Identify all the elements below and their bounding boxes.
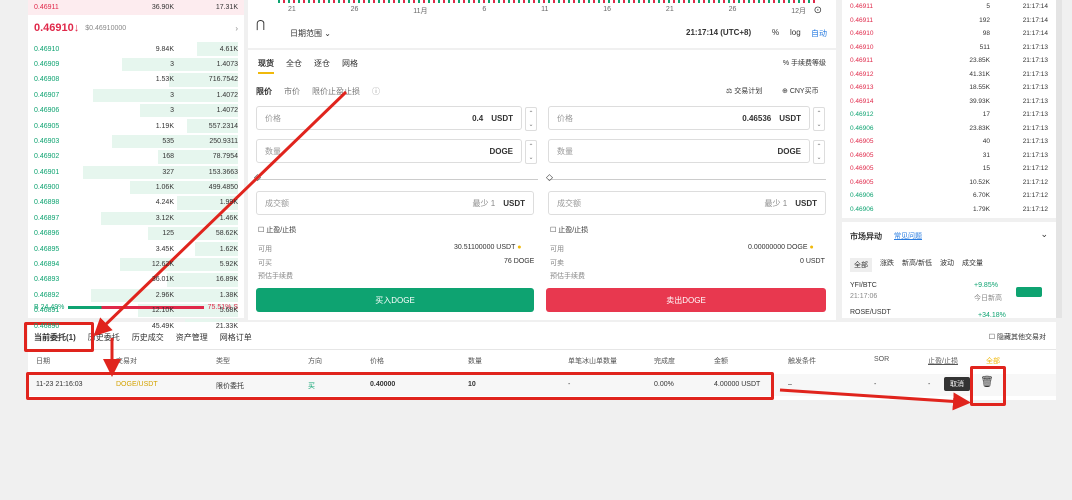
bid-total: 5.92K	[219, 261, 238, 269]
bid-price: 0.46896	[34, 230, 60, 238]
bid-total: 557.2314	[208, 122, 238, 130]
bid-amount: 3	[170, 91, 174, 99]
bid-total: 1.4073	[216, 60, 238, 68]
bid-price: 0.46908	[34, 76, 60, 84]
bid-price: 0.46910	[34, 45, 60, 53]
bid-amount: 1.19K	[155, 122, 174, 130]
bid-price: 0.46900	[34, 184, 60, 192]
ask-total: 17.31K	[215, 4, 238, 12]
bid-total: 1.4072	[216, 91, 238, 99]
bid-amount: 2.96K	[155, 291, 174, 299]
bid-price: 0.46901	[34, 168, 60, 176]
bid-total: 1.62K	[219, 245, 238, 253]
bid-total: 21.33K	[215, 322, 238, 330]
bid-price: 0.46891	[34, 307, 60, 315]
bid-amount: 3.12K	[155, 214, 174, 222]
bid-amount: 36.01K	[151, 276, 174, 284]
bid-amount: 12.62K	[151, 261, 174, 269]
bid-amount: 1.06K	[155, 184, 174, 192]
bid-total: 4.61K	[219, 45, 238, 53]
bid-price: 0.46909	[34, 60, 60, 68]
bid-total: 1.4072	[216, 107, 238, 115]
bid-amount: 125	[162, 230, 174, 238]
bid-price: 0.46905	[34, 122, 60, 130]
bid-total: 153.3663	[208, 168, 238, 176]
bid-price: 0.46895	[34, 245, 60, 253]
bid-amount: 4.24K	[155, 199, 174, 207]
bid-price: 0.46902	[34, 153, 60, 161]
bid-total: 1.46K	[219, 214, 238, 222]
bid-price: 0.46907	[34, 91, 60, 99]
bid-price: 0.46897	[34, 214, 60, 222]
bid-total: 58.62K	[215, 230, 238, 238]
bid-price: 0.46906	[34, 107, 60, 115]
bid-total: 78.7954	[212, 153, 238, 161]
bid-total: 716.7542	[208, 76, 238, 84]
bid-amount: 12.10K	[151, 307, 174, 315]
bid-total: 5.68K	[219, 307, 238, 315]
bid-amount: 327	[162, 168, 174, 176]
bid-total: 499.4850	[208, 184, 238, 192]
ask-amount: 36.90K	[151, 4, 174, 12]
bid-amount: 1.53K	[155, 76, 174, 84]
ask-price: 0.46911	[34, 4, 59, 12]
bid-total: 1.38K	[219, 291, 238, 299]
bid-amount: 9.84K	[155, 45, 174, 53]
bid-total: 1.99K	[219, 199, 238, 207]
bid-price: 0.46893	[34, 276, 60, 284]
bid-price: 0.46898	[34, 199, 60, 207]
bid-amount: 3	[170, 60, 174, 68]
bid-price: 0.46890	[34, 322, 60, 330]
bid-price: 0.46903	[34, 137, 60, 145]
bid-amount: 3	[170, 107, 174, 115]
bid-amount: 535	[162, 137, 174, 145]
bid-total: 250.9311	[209, 137, 238, 145]
bid-amount: 168	[162, 153, 174, 161]
bid-price: 0.46892	[34, 291, 60, 299]
bid-amount: 3.45K	[155, 245, 174, 253]
bid-amount: 45.49K	[151, 322, 174, 330]
bid-price: 0.46894	[34, 261, 60, 269]
bid-total: 16.89K	[215, 276, 238, 284]
